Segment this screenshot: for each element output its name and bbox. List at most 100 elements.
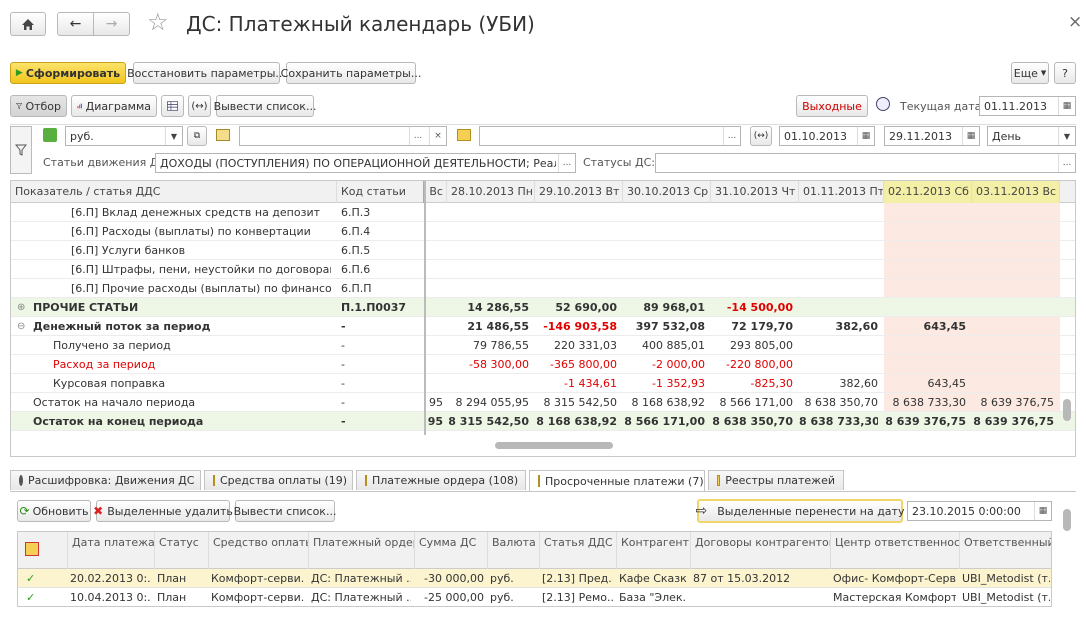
date-column-header[interactable]: 01.11.2013 Пт	[799, 181, 884, 203]
scrollbar-thumb[interactable]	[495, 442, 613, 449]
report-row[interactable]: Расход за период - -58 300,00 -365 800,00 -2…	[11, 355, 1075, 374]
dropdown-arrow-icon[interactable]: ▼	[1058, 127, 1075, 145]
save-params-button[interactable]: Сохранить параметры...	[281, 62, 421, 84]
row-value[interactable]: 72 179,70	[711, 317, 793, 336]
filter-button[interactable]: Отбор	[10, 95, 67, 117]
tab-movements[interactable]: Расшифровка: Движения ДС	[10, 470, 201, 490]
row-value[interactable]: 8 638 350,70	[711, 412, 793, 431]
report-row[interactable]: [6.П] Прочие расходы (выплаты) по финанс…	[11, 279, 1075, 298]
report-row[interactable]: ⊕ ПРОЧИЕ СТАТЬИ П.1.П0037 14 286,55 52 690,0…	[11, 298, 1075, 317]
date-column-header[interactable]: 02.11.2013 Сб	[884, 181, 972, 203]
delete-selected-button[interactable]: ✖ Выделенные удалить	[93, 500, 233, 522]
col-code-header[interactable]: Код статьи	[337, 181, 425, 203]
row-value[interactable]: 89 968,01	[623, 298, 705, 317]
row-value[interactable]: 293 805,00	[711, 336, 793, 355]
row-value[interactable]: 400 885,01	[623, 336, 705, 355]
horizontal-scrollbar[interactable]	[11, 439, 1061, 451]
table-settings-button[interactable]	[161, 95, 184, 117]
diagram-button[interactable]: Диаграмма	[71, 95, 157, 117]
overdue-column-header[interactable]: Договоры контрагентов	[690, 532, 830, 569]
row-value[interactable]: -220 800,00	[711, 355, 793, 374]
overdue-column-header[interactable]: Статья ДДС	[539, 532, 616, 569]
row-value[interactable]: -14 500,00	[711, 298, 793, 317]
calendar-icon[interactable]: ▦	[962, 127, 979, 145]
date-to-field[interactable]: 29.11.2013 ▦	[884, 126, 980, 146]
date-column-header[interactable]: 30.10.2013 Ср	[623, 181, 711, 203]
export-bottom-button[interactable]: Вывести список...	[234, 500, 336, 522]
ellipsis-icon[interactable]: ...	[1058, 154, 1075, 172]
generate-button[interactable]: ▶ Сформировать	[10, 62, 126, 84]
dropdown-arrow-icon[interactable]: ▼	[165, 127, 182, 145]
tab-overdue-payments[interactable]: Просроченные платежи (7)	[529, 470, 705, 491]
period-type-select[interactable]: День ▼	[987, 126, 1076, 146]
report-row[interactable]: [6.П] Штрафы, пени, неустойки по договор…	[11, 260, 1075, 279]
row-value[interactable]: 8 639 376,75	[972, 393, 1054, 412]
expand-columns-button[interactable]: (↔)	[188, 95, 211, 117]
tab-payment-means[interactable]: Средства оплаты (19)	[204, 470, 353, 490]
row-value[interactable]: -365 800,00	[535, 355, 617, 374]
row-value[interactable]: 8 639 376,75	[972, 412, 1054, 431]
current-date-field[interactable]: 01.11.2013 ▦	[979, 96, 1076, 116]
ellipsis-icon[interactable]: ...	[409, 127, 426, 145]
more-button[interactable]: Еще ▼	[1011, 62, 1049, 84]
overdue-column-header[interactable]: Статус	[154, 532, 208, 569]
row-value[interactable]: 8 566 171,00	[623, 412, 705, 431]
row-value[interactable]: -1 434,61	[535, 374, 617, 393]
restore-params-button[interactable]: Восстановить параметры...	[127, 62, 286, 84]
weekend-button[interactable]: Выходные	[796, 95, 868, 117]
col-partial-header[interactable]: Вс	[425, 181, 447, 203]
move-date-field[interactable]: 23.10.2015 0:00:00 ▦	[907, 501, 1052, 521]
overdue-column-header[interactable]: Платежный ордер	[308, 532, 414, 569]
report-row[interactable]: ⊖ Денежный поток за период - 21 486,55 -146 …	[11, 317, 1075, 336]
row-value[interactable]: 8 168 638,92	[535, 412, 617, 431]
date-from-field[interactable]: 01.10.2013 ▦	[779, 126, 875, 146]
filter-side-button[interactable]	[10, 126, 32, 174]
organization-field[interactable]: ... ×	[239, 126, 447, 146]
report-row[interactable]: Остаток на конец периода - 95 8 315 542,50 8…	[11, 412, 1075, 431]
export-list-button[interactable]: Вывести список...	[214, 95, 316, 117]
overdue-column-header[interactable]: Центр ответственности	[830, 532, 959, 569]
report-row[interactable]: [6.П] Вклад денежных средств на депозит 6…	[11, 203, 1075, 222]
move-to-date-button[interactable]: ⇨ Выделенные перенести на дату	[696, 499, 904, 523]
expand-icon[interactable]: ⊕	[17, 298, 27, 317]
close-icon[interactable]: ×	[1068, 12, 1082, 32]
refresh-button[interactable]: ⟳ Обновить	[17, 500, 91, 522]
calendar-icon[interactable]: ▦	[1034, 502, 1051, 520]
row-value[interactable]: 21 486,55	[447, 317, 529, 336]
report-grid[interactable]: Показатель / статья ДДС Код статьи Вс 28…	[10, 180, 1076, 457]
collapse-icon[interactable]: ⊖	[17, 317, 27, 336]
row-value[interactable]: 382,60	[799, 374, 879, 393]
row-value[interactable]: -825,30	[711, 374, 793, 393]
row-value[interactable]: 220 331,03	[535, 336, 617, 355]
row-value[interactable]: -146 903,58	[535, 317, 617, 336]
date-column-header[interactable]: 28.10.2013 Пн	[447, 181, 535, 203]
table-row[interactable]: ✓ 20.02.2013 0:... План Комфорт-серви... ДС:…	[18, 569, 1051, 588]
forward-button[interactable]: →	[93, 12, 130, 36]
date-column-header[interactable]: 03.11.2013 Вс	[972, 181, 1060, 203]
row-value[interactable]: 8 638 733,30	[799, 412, 878, 431]
currency-field[interactable]: руб. ▼	[65, 126, 183, 146]
row-value[interactable]: 643,45	[884, 374, 967, 393]
row-value[interactable]: 8 294 055,95	[447, 393, 529, 412]
overdue-column-header[interactable]: Ответственный	[959, 532, 1051, 569]
overdue-column-header[interactable]: Сумма ДС	[414, 532, 487, 569]
calendar-icon[interactable]: ▦	[857, 127, 874, 145]
calendar-icon[interactable]: ▦	[1058, 97, 1075, 115]
row-value[interactable]: 8 566 171,00	[711, 393, 793, 412]
tab-payment-orders[interactable]: Платежные ордера (108)	[356, 470, 526, 490]
report-row[interactable]: [6.П] Услуги банков 6.П.5	[11, 241, 1075, 260]
overdue-column-header[interactable]: Контрагент	[616, 532, 690, 569]
home-button[interactable]	[10, 12, 46, 36]
flows-field[interactable]: ДОХОДЫ (ПОСТУПЛЕНИЯ) ПО ОПЕРАЦИОННОЙ ДЕЯ…	[155, 153, 576, 173]
back-button[interactable]: ←	[57, 12, 94, 36]
ellipsis-icon[interactable]: ...	[723, 127, 740, 145]
date-column-header[interactable]: 31.10.2013 Чт	[711, 181, 799, 203]
row-value[interactable]: 8 315 542,50	[447, 412, 529, 431]
row-value[interactable]: 79 786,55	[447, 336, 529, 355]
overdue-table[interactable]: Дата платежа Статус Средство оплаты Платежн…	[17, 531, 1052, 607]
row-value[interactable]: -58 300,00	[447, 355, 529, 374]
date-column-header[interactable]: 29.10.2013 Вт	[535, 181, 623, 203]
row-value[interactable]: 397 532,08	[623, 317, 705, 336]
row-value[interactable]: 8 315 542,50	[535, 393, 617, 412]
clear-icon[interactable]: ×	[429, 127, 446, 145]
